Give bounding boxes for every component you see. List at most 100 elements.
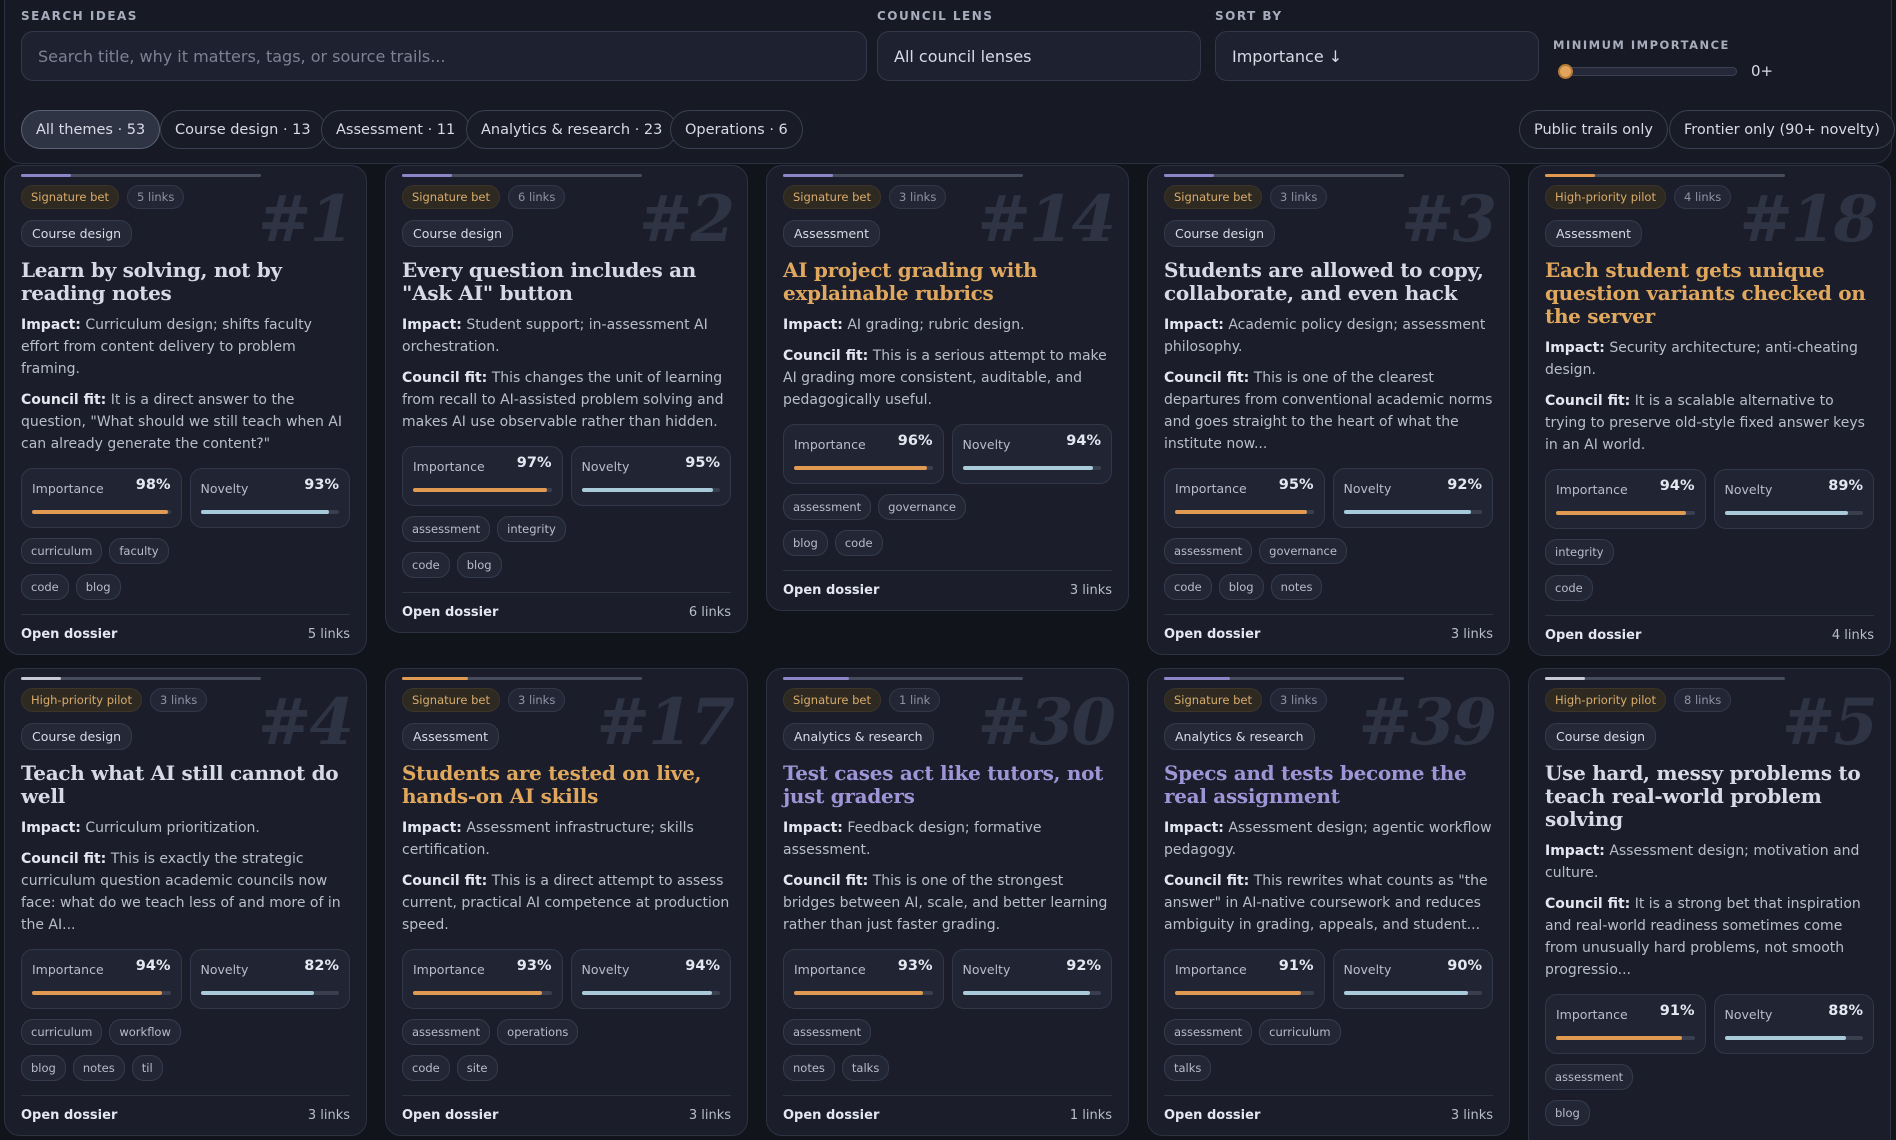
tag-row: talks	[1164, 1055, 1493, 1081]
tag[interactable]: assessment	[402, 516, 491, 542]
theme-chip-analytics-research[interactable]: Analytics & research · 23	[466, 110, 678, 149]
tag[interactable]: assessment	[783, 494, 872, 520]
card-title[interactable]: Specs and tests become the real assignme…	[1164, 762, 1493, 808]
links-badge: 6 links	[508, 184, 566, 209]
theme-chip-all[interactable]: All themes · 53	[21, 110, 161, 149]
tag[interactable]: workflow	[109, 1019, 181, 1045]
tag[interactable]: integrity	[497, 516, 566, 542]
idea-card[interactable]: #30 Signature bet 1 link Analytics & resear…	[766, 668, 1129, 1136]
tag[interactable]: blog	[783, 530, 828, 556]
idea-card[interactable]: #5 High-priority pilot 8 links Course desig…	[1528, 668, 1891, 1140]
tag[interactable]: faculty	[109, 538, 169, 564]
tag[interactable]: curriculum	[1259, 1019, 1341, 1045]
open-dossier-link[interactable]: Open dossier	[783, 1108, 879, 1123]
open-dossier-link[interactable]: Open dossier	[402, 1108, 498, 1123]
sort-by-select[interactable]: Importance ↓	[1215, 31, 1539, 81]
idea-card[interactable]: #39 Signature bet 3 links Analytics & resea…	[1147, 668, 1510, 1136]
council-fit-text: Council fit: This is one of the stronges…	[783, 873, 1108, 933]
footer-links-count: 6 links	[688, 605, 731, 620]
tag[interactable]: site	[456, 1055, 498, 1081]
tag[interactable]: code	[402, 1055, 450, 1081]
idea-card[interactable]: #14 Signature bet 3 links Assessment AI proj…	[766, 165, 1129, 611]
importance-metric: Importance 93%	[402, 949, 563, 1009]
tag-row: assessment	[1545, 1064, 1874, 1090]
card-title[interactable]: Each student gets unique question varian…	[1545, 259, 1874, 328]
theme-chip-course-design[interactable]: Course design · 13	[160, 110, 326, 149]
open-dossier-link[interactable]: Open dossier	[1164, 1108, 1260, 1123]
council-fit-text: Council fit: It is a scalable alternativ…	[1545, 393, 1865, 453]
open-dossier-link[interactable]: Open dossier	[1164, 627, 1260, 642]
theme-chip-assessment[interactable]: Assessment · 11	[321, 110, 471, 149]
open-dossier-link[interactable]: Open dossier	[21, 1108, 117, 1123]
novelty-metric: Novelty 94%	[570, 949, 731, 1009]
tag[interactable]: code	[402, 552, 450, 578]
tier-badge: High-priority pilot	[1545, 184, 1666, 209]
idea-card[interactable]: #17 Signature bet 3 links Assessment Student…	[385, 668, 748, 1136]
council-lens-select[interactable]: All council lenses	[877, 31, 1201, 81]
tag[interactable]: assessment	[1545, 1064, 1634, 1090]
idea-card[interactable]: #1 Signature bet 5 links Course design Learn…	[4, 165, 367, 655]
tag[interactable]: governance	[878, 494, 966, 520]
tag[interactable]: assessment	[1164, 1019, 1253, 1045]
slider-handle[interactable]	[1558, 64, 1573, 79]
tag[interactable]: code	[1164, 574, 1212, 600]
card-title[interactable]: Every question includes an "Ask AI" butt…	[402, 259, 731, 305]
idea-card[interactable]: #4 High-priority pilot 3 links Course desig…	[4, 668, 367, 1136]
tag[interactable]: governance	[1259, 538, 1347, 564]
tag-row: code	[1545, 575, 1874, 601]
tag[interactable]: blog	[75, 574, 121, 600]
idea-card[interactable]: #18 High-priority pilot 4 links Assessment E…	[1528, 165, 1891, 656]
card-title[interactable]: Students are allowed to copy, collaborat…	[1164, 259, 1493, 305]
idea-card[interactable]: #2 Signature bet 6 links Course design Every…	[385, 165, 748, 633]
importance-metric: Importance 91%	[1545, 994, 1706, 1054]
tag[interactable]: code	[1545, 575, 1593, 601]
min-importance-slider[interactable]	[1558, 64, 1737, 79]
tag[interactable]: blog	[21, 1055, 66, 1081]
council-fit-text: Council fit: This rewrites what counts a…	[1164, 873, 1488, 933]
open-dossier-link[interactable]: Open dossier	[21, 627, 117, 642]
card-title[interactable]: Learn by solving, not by reading notes	[21, 259, 350, 305]
public-trails-toggle[interactable]: Public trails only	[1519, 110, 1668, 149]
card-title[interactable]: AI project grading with explainable rubr…	[783, 259, 1112, 305]
tag-row: integrity	[1545, 539, 1874, 565]
importance-bar	[32, 510, 168, 514]
frontier-only-toggle[interactable]: Frontier only (90+ novelty)	[1669, 110, 1895, 149]
card-title[interactable]: Use hard, messy problems to teach real-w…	[1545, 762, 1874, 831]
tag[interactable]: code	[834, 530, 883, 556]
search-input[interactable]: Search title, why it matters, tags, or s…	[21, 31, 867, 81]
tag[interactable]: assessment	[1164, 538, 1253, 564]
card-footer: Open dossier 3 links	[1164, 614, 1493, 654]
tag[interactable]: blog	[1218, 574, 1264, 600]
tag[interactable]: assessment	[783, 1019, 872, 1045]
tag[interactable]: curriculum	[21, 538, 103, 564]
tag[interactable]: talks	[841, 1055, 890, 1081]
card-title[interactable]: Test cases act like tutors, not just gra…	[783, 762, 1112, 808]
council-lens-value: All council lenses	[894, 46, 1032, 66]
card-title[interactable]: Teach what AI still cannot do well	[21, 762, 350, 808]
tag[interactable]: code	[21, 574, 69, 600]
novelty-bar	[1724, 1036, 1847, 1040]
links-badge: 5 links	[127, 184, 185, 209]
footer-links-count: 3 links	[1450, 627, 1493, 642]
tag[interactable]: notes	[1270, 574, 1323, 600]
tier-badge: Signature bet	[783, 184, 882, 209]
card-title[interactable]: Students are tested on live, hands-on AI…	[402, 762, 731, 808]
tag[interactable]: curriculum	[21, 1019, 103, 1045]
tag[interactable]: til	[131, 1055, 163, 1081]
tag[interactable]: blog	[456, 552, 502, 578]
open-dossier-link[interactable]: Open dossier	[402, 605, 498, 620]
idea-card[interactable]: #3 Signature bet 3 links Course design Stude…	[1147, 165, 1510, 655]
theme-chip-operations[interactable]: Operations · 6	[670, 110, 803, 149]
open-dossier-link[interactable]: Open dossier	[783, 583, 879, 598]
tag[interactable]: notes	[783, 1055, 835, 1081]
tag[interactable]: integrity	[1545, 539, 1614, 565]
open-dossier-link[interactable]: Open dossier	[1545, 628, 1641, 643]
tag[interactable]: notes	[72, 1055, 125, 1081]
tag[interactable]: operations	[497, 1019, 579, 1045]
tag[interactable]: assessment	[402, 1019, 491, 1045]
tag[interactable]: blog	[1545, 1100, 1590, 1126]
tag[interactable]: talks	[1164, 1055, 1212, 1081]
links-badge: 3 links	[889, 184, 947, 209]
tag-row: assessment curriculum	[1164, 1019, 1493, 1045]
search-placeholder: Search title, why it matters, tags, or s…	[38, 46, 446, 66]
